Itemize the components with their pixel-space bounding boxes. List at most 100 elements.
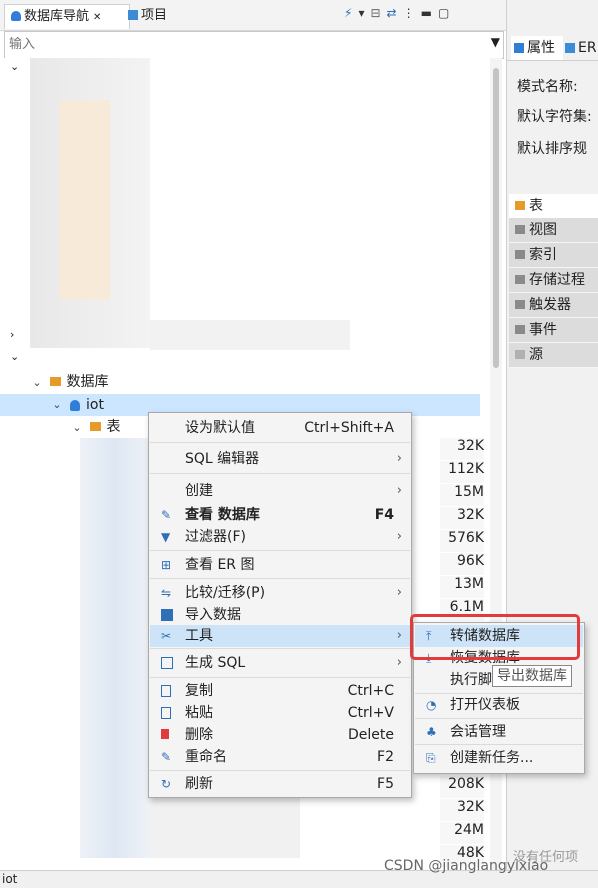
filter-dropdown-icon[interactable]: ▼ [491, 35, 500, 49]
section-label: 源 [529, 347, 543, 363]
compare-icon: ⇋ [161, 586, 172, 600]
collapse-icon[interactable]: ⌄ [70, 417, 84, 439]
menu-item-label: 创建新任务... [450, 750, 534, 766]
menu-item-shortcut: F5 [377, 776, 394, 792]
menu-item-shortcut: Ctrl+C [347, 683, 394, 699]
table-size: 208K [440, 776, 484, 798]
menu-item-set-default[interactable]: 设为默认值 Ctrl+Shift+A [150, 417, 410, 439]
tab-projects[interactable]: 项目 [128, 4, 188, 28]
annotation-highlight-box [410, 614, 580, 660]
refresh-icon: ↻ [161, 777, 172, 791]
dashboard-icon: ◔ [426, 698, 437, 712]
folder-icon [515, 325, 525, 334]
menu-item-filter[interactable]: ▼ 过滤器(F) › [150, 526, 410, 548]
default-charset-label: 默认字符集: [517, 109, 592, 125]
submenu-item-create-task[interactable]: ⎘ 创建新任务... [415, 747, 583, 769]
link-icon[interactable]: ⇄ [387, 6, 403, 20]
minimize-icon[interactable]: ▬ [421, 6, 438, 20]
obscured-table-list [150, 790, 300, 858]
menu-item-label: 创建 [185, 483, 213, 499]
tab-properties[interactable]: 属性 [511, 36, 563, 60]
menu-item-label: 导入数据 [185, 607, 241, 623]
connect-icon[interactable]: ⚡ [344, 6, 358, 20]
table-size: 576K [440, 530, 484, 552]
submenu-item-session-manager[interactable]: ♣ 会话管理 [415, 721, 583, 743]
menu-item-tools[interactable]: ✂ 工具 › [150, 625, 410, 647]
menu-item-label: 刷新 [185, 776, 213, 792]
menu-separator [150, 648, 410, 649]
tab-er[interactable]: ER [565, 36, 598, 60]
er-diagram-icon: ⊞ [161, 558, 172, 572]
section-source[interactable]: 源 [509, 343, 598, 368]
table-size: 32K [440, 507, 484, 529]
task-icon: ⎘ [426, 751, 436, 765]
watermark: CSDN @jianglangyixiao [384, 858, 549, 874]
menu-item-refresh[interactable]: ↻ 刷新 F5 [150, 773, 410, 795]
section-tables[interactable]: 表 [509, 194, 598, 218]
table-size: 13M [440, 576, 484, 598]
status-selection: iot [2, 872, 18, 886]
section-events[interactable]: 事件 [509, 318, 598, 343]
folder-icon [90, 422, 102, 431]
collapse-icon[interactable]: ⌄ [50, 394, 64, 416]
menu-item-label: 粘贴 [185, 705, 213, 721]
section-label: 表 [529, 198, 543, 214]
menu-item-view-er[interactable]: ⊞ 查看 ER 图 [150, 554, 410, 576]
tree-node-databases[interactable]: ⌄ 数据库 [30, 371, 490, 393]
section-label: 事件 [529, 322, 557, 338]
collapse-icon[interactable]: ⌄ [30, 372, 44, 394]
project-icon [128, 10, 138, 20]
menu-item-compare-migrate[interactable]: ⇋ 比较/迁移(P) › [150, 582, 410, 604]
section-procedures[interactable]: 存储过程 [509, 268, 598, 293]
menu-item-sql-editor[interactable]: SQL 编辑器 › [150, 448, 410, 470]
delete-icon [161, 729, 169, 739]
table-size: 24M [440, 822, 484, 844]
expand-icon[interactable]: › [10, 328, 14, 341]
menu-item-create[interactable]: 创建 › [150, 480, 410, 502]
tree-node-iot-label: iot [86, 397, 104, 413]
tab-properties-label: 属性 [527, 40, 555, 56]
menu-icon[interactable]: ⋮ [403, 6, 421, 20]
section-label: 索引 [529, 247, 557, 263]
obscured-tree-items [60, 100, 110, 300]
section-label: 视图 [529, 222, 557, 238]
expand-icon[interactable]: ⌄ [10, 350, 19, 363]
navigator-toolbar: ⚡▾⊟⇄⋮▬▢ [344, 6, 504, 24]
tree-node-databases-label: 数据库 [66, 374, 109, 390]
menu-separator [415, 718, 583, 719]
section-indexes[interactable]: 索引 [509, 243, 598, 268]
expand-icon[interactable]: ⌄ [10, 60, 19, 73]
section-triggers[interactable]: 触发器 [509, 293, 598, 318]
tooltip: 导出数据库 [492, 665, 572, 687]
filter-input[interactable] [5, 32, 473, 56]
menu-item-import-data[interactable]: 导入数据 [150, 604, 410, 626]
dropdown-arrow-icon[interactable]: ▾ [358, 6, 370, 20]
tab-er-label: ER [578, 40, 597, 56]
tree-node-tables[interactable]: ⌄ 表 [70, 416, 150, 438]
collapse-icon[interactable]: ⊟ [370, 6, 386, 20]
section-views[interactable]: 视图 [509, 218, 598, 243]
menu-item-rename[interactable]: ✎ 重命名 F2 [150, 746, 410, 768]
maximize-icon[interactable]: ▢ [438, 6, 455, 20]
tab-projects-label: 项目 [141, 8, 168, 23]
menu-item-shortcut: F4 [374, 507, 394, 523]
menu-item-copy[interactable]: 复制 Ctrl+C [150, 680, 410, 702]
edit-icon: ✎ [161, 508, 172, 522]
schema-name-label: 模式名称: [517, 79, 578, 95]
menu-item-delete[interactable]: 删除 Delete [150, 724, 410, 746]
submenu-item-open-dashboard[interactable]: ◔ 打开仪表板 [415, 694, 583, 716]
close-icon[interactable]: ✕ [93, 12, 101, 23]
object-type-list: 表 视图 索引 存储过程 触发器 事件 源 [509, 194, 598, 368]
menu-item-view-database[interactable]: ✎ 查看 数据库 F4 [150, 504, 410, 526]
properties-icon [514, 43, 524, 53]
menu-item-paste[interactable]: 粘贴 Ctrl+V [150, 702, 410, 724]
menu-separator [150, 550, 410, 551]
scrollbar-thumb[interactable] [493, 68, 499, 368]
tab-database-navigator[interactable]: 数据库导航 ✕ [4, 4, 130, 29]
database-icon [70, 400, 80, 411]
tree-node-tables-label: 表 [106, 419, 121, 435]
er-diagram-icon [565, 43, 575, 53]
default-collation-label: 默认排序规 [517, 141, 587, 157]
menu-item-generate-sql[interactable]: 生成 SQL › [150, 652, 410, 674]
table-size: 32K [440, 799, 484, 821]
